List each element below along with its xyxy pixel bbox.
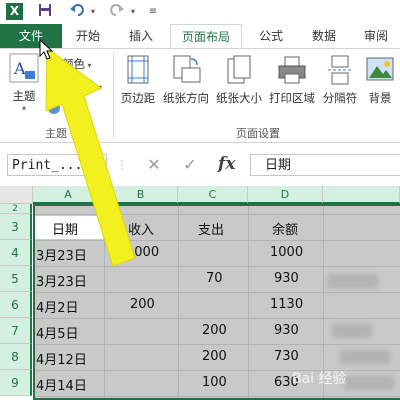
row-header-3[interactable]: 3 [0,214,32,240]
quick-access-toolbar: X ▾ ▾ ≡ [0,0,400,24]
margins-button[interactable]: 页边距 [116,55,160,106]
theme-colors-button[interactable]: 颜色 ▾ [48,55,92,73]
name-box-value: Print_... [12,158,83,173]
row-header-2[interactable]: 2 [0,204,32,214]
row-header-8[interactable]: 8 [0,344,32,370]
background-label: 背景 [368,91,392,105]
orientation-label: 纸张方向 [163,91,209,105]
svg-text:A: A [13,59,26,78]
margins-label: 页边距 [120,91,156,105]
tab-file[interactable]: 文件 [0,24,62,48]
redo-dropdown-icon[interactable]: ▾ [128,3,138,21]
theme-group-label: 主题 [45,127,67,140]
size-label: 纸张大小 [216,91,262,105]
ribbon-tabs: 文件 开始 插入 页面布局 公式 数据 审阅 [0,24,400,49]
themes-icon: A [4,53,44,86]
row-header-5[interactable]: 5 [0,266,32,292]
excel-logo-icon: X [6,3,23,20]
cancel-icon[interactable]: ✕ [142,154,166,176]
tab-formulas[interactable]: 公式 [250,24,292,48]
row-header-6[interactable]: 6 [0,292,32,318]
column-header-d[interactable]: D [248,186,323,204]
column-header-a[interactable]: A [33,186,104,204]
column-header-b[interactable]: B [104,186,178,204]
theme-colors-label: 颜色 [62,57,85,71]
row-header-7[interactable]: 7 [0,318,32,344]
ribbon-page-layout: A 主题 ▾ 颜色 ▾ 体 ▾ 主题 页边距 纸张方向 纸张大小 打印区域 分隔… [0,49,400,143]
page-break-icon [318,55,362,88]
group-divider [113,53,114,137]
themes-label: 主题 [12,89,36,103]
column-header-c[interactable]: C [178,186,248,204]
themes-button[interactable]: A 主题 ▾ [4,53,44,113]
paper-size-icon [213,55,265,88]
tab-data[interactable]: 数据 [302,24,346,48]
column-header-e[interactable] [323,186,400,204]
font-icon [48,80,60,92]
select-all-corner[interactable] [0,186,33,204]
formula-bar: Print_... ▾ ⋮ ✕ ✓ fx 日期 [0,152,400,180]
insert-function-icon[interactable]: fx [218,154,235,174]
margins-icon [116,55,160,88]
background-image-icon [362,55,398,88]
formula-bar-grip-icon: ⋮ [116,158,128,172]
breaks-button[interactable]: 分隔符 [318,55,362,106]
theme-fonts-button[interactable]: 体 ▾ [48,77,102,95]
print-area-button[interactable]: 打印区域 [266,55,318,106]
customize-toolbar-icon[interactable]: ≡ [146,3,160,21]
background-button[interactable]: 背景 [362,55,398,106]
tab-home[interactable]: 开始 [66,24,110,48]
theme-effects-button[interactable] [48,99,62,117]
row-header-4[interactable]: 4 [0,240,32,266]
printer-icon [266,55,318,88]
name-box[interactable]: Print_... ▾ [7,154,107,176]
orientation-button[interactable]: 纸张方向 [160,55,212,106]
watermark: Bai 经验 [292,371,347,387]
page-setup-group-label: 页面设置 [236,127,280,140]
size-button[interactable]: 纸张大小 [213,55,265,106]
undo-dropdown-icon[interactable]: ▾ [88,3,98,21]
print-area-label: 打印区域 [269,91,315,105]
tab-page-layout[interactable]: 页面布局 [170,24,242,48]
formula-input[interactable]: 日期 [250,154,400,176]
tab-review[interactable]: 审阅 [354,24,398,48]
chevron-down-icon[interactable]: ▾ [97,155,103,177]
save-icon[interactable] [36,3,54,21]
effects-icon [48,102,60,114]
tab-insert[interactable]: 插入 [118,24,164,48]
redo-icon[interactable] [106,3,128,21]
undo-icon[interactable] [66,3,88,21]
row-header-9[interactable]: 9 [0,370,32,396]
enter-icon[interactable]: ✓ [178,154,202,176]
color-palette-icon [48,58,60,70]
orientation-icon [160,55,212,88]
breaks-label: 分隔符 [322,91,358,105]
theme-fonts-label: 体 [84,79,96,93]
